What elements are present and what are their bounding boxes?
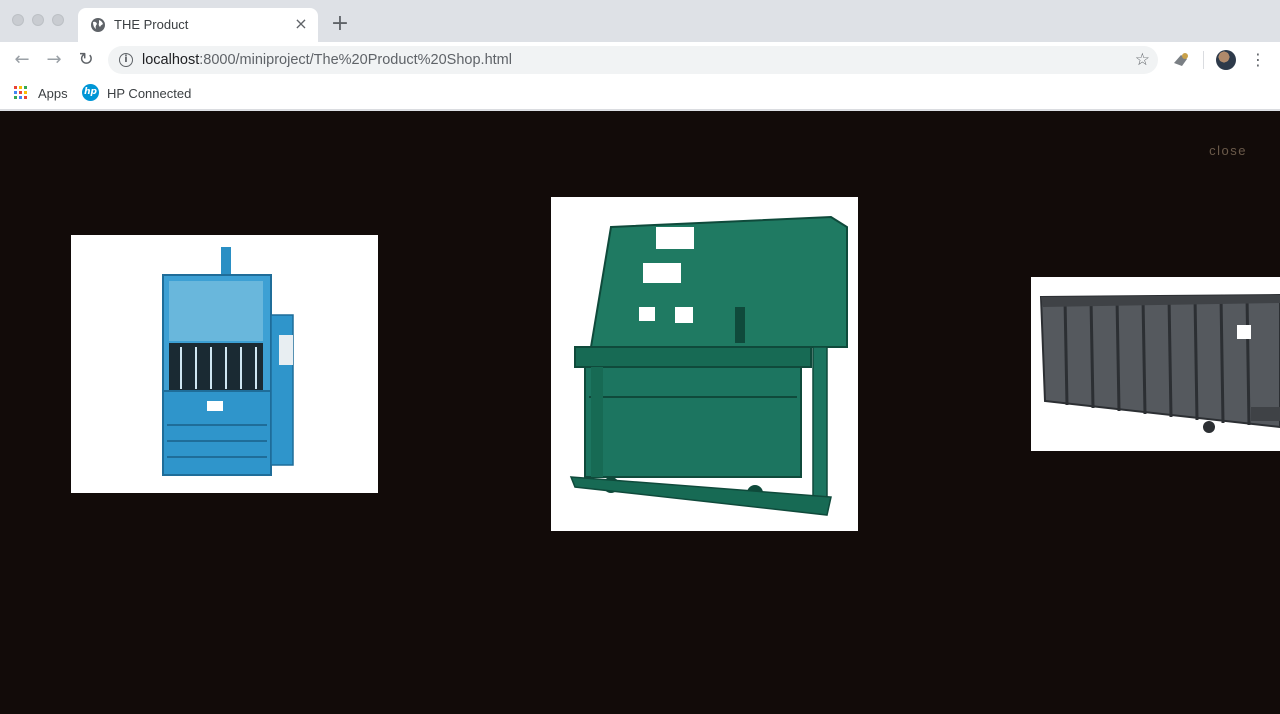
- hp-logo-icon: hp: [82, 84, 99, 101]
- tab-close-icon[interactable]: ×: [292, 15, 310, 33]
- browser-menu-icon[interactable]: ⋮: [1250, 50, 1266, 70]
- bookmark-star-icon[interactable]: ☆: [1135, 50, 1150, 70]
- bookmark-apps-label: Apps: [38, 86, 68, 101]
- gallery-slide-container[interactable]: [1031, 277, 1280, 451]
- bookmark-apps[interactable]: Apps: [14, 84, 74, 104]
- extension-icon[interactable]: [1172, 51, 1190, 69]
- profile-avatar[interactable]: [1216, 50, 1236, 70]
- back-icon[interactable]: ←: [10, 48, 34, 72]
- product-gallery-overlay: close: [0, 111, 1280, 714]
- url-text[interactable]: localhost:8000/miniproject/The%20Product…: [142, 52, 512, 68]
- tab-title: THE Product: [114, 17, 189, 32]
- window-zoom-dot[interactable]: [52, 14, 64, 26]
- forward-icon[interactable]: →: [42, 48, 66, 72]
- browser-toolbar: ← → ↻ i localhost:8000/miniproject/The%2…: [0, 42, 1280, 78]
- new-tab-button[interactable]: +: [328, 12, 352, 36]
- address-bar[interactable]: i localhost:8000/miniproject/The%20Produ…: [108, 46, 1158, 74]
- bookmark-hp-label: HP Connected: [107, 86, 192, 101]
- info-icon[interactable]: i: [119, 53, 133, 67]
- globe-icon: [91, 18, 105, 32]
- close-button[interactable]: close: [1209, 143, 1247, 158]
- window-close-dot[interactable]: [12, 14, 24, 26]
- bookmarks-bar: Apps hp HP Connected: [0, 78, 1280, 110]
- compactor-image: [569, 215, 848, 516]
- toolbar-separator: [1203, 51, 1204, 69]
- gallery-slide-baler[interactable]: [71, 235, 378, 493]
- apps-grid-icon: [14, 86, 28, 100]
- baler-image: [162, 247, 294, 476]
- container-image: [1039, 293, 1280, 433]
- reload-icon[interactable]: ↻: [74, 48, 98, 72]
- url-host: localhost: [142, 52, 200, 68]
- bookmark-hp-connected[interactable]: hp HP Connected: [82, 84, 202, 104]
- window-minimize-dot[interactable]: [32, 14, 44, 26]
- gallery-slide-compactor[interactable]: [551, 197, 858, 531]
- browser-tab[interactable]: THE Product ×: [78, 8, 318, 42]
- tab-strip: THE Product × +: [0, 0, 1280, 42]
- url-path: :8000/miniproject/The%20Product%20Shop.h…: [199, 52, 512, 68]
